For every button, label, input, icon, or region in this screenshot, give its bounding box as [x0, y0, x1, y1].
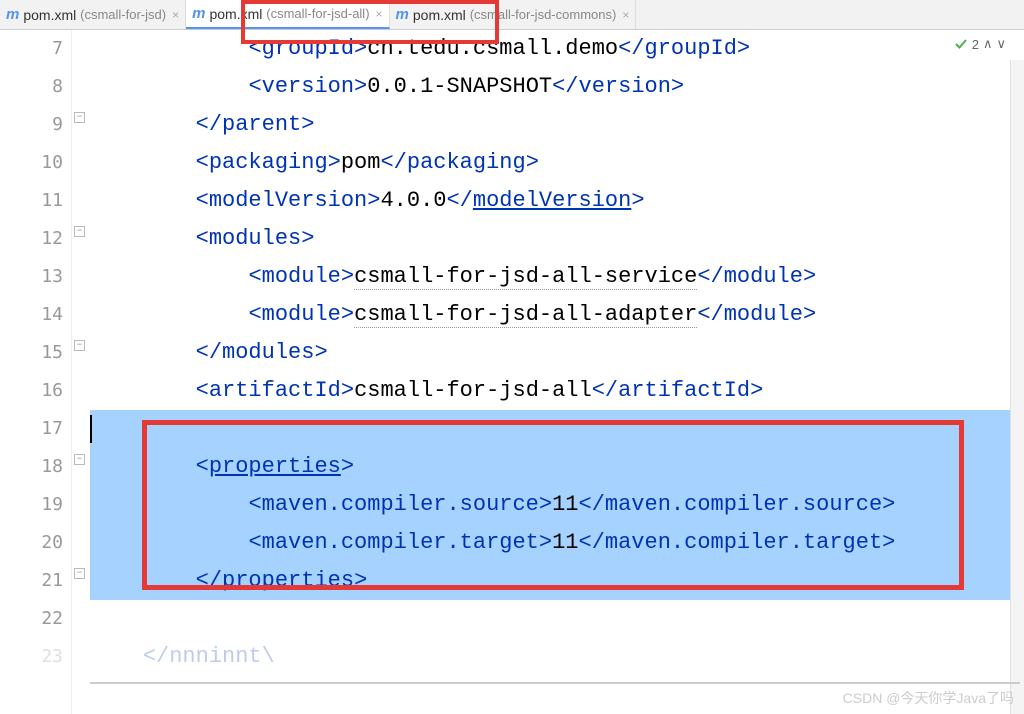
line-number: 9 [0, 106, 71, 144]
tab-qualifier: (csmall-for-jsd) [80, 7, 166, 22]
code-line[interactable]: </parent> [90, 106, 1024, 144]
text-caret [90, 415, 92, 443]
line-number: 11 [0, 182, 71, 220]
line-number: 21 [0, 562, 71, 600]
code-line[interactable]: <version>0.0.1-SNAPSHOT</version> [90, 68, 1024, 106]
line-number: 13 [0, 258, 71, 296]
line-number: 7 [0, 30, 71, 68]
fold-collapse-icon[interactable]: − [74, 340, 85, 351]
close-icon[interactable]: × [622, 8, 629, 22]
fold-collapse-icon[interactable]: − [74, 112, 85, 123]
code-line[interactable]: </nnninnt\ [90, 638, 1024, 676]
line-number-gutter: 7 8 9 10 11 12 13 14 15 16 17 18 19 20 2… [0, 30, 72, 714]
line-number: 16 [0, 372, 71, 410]
line-number: 18 [0, 448, 71, 486]
line-number: 22 [0, 600, 71, 638]
maven-icon: m [6, 6, 19, 23]
code-line[interactable] [90, 600, 1024, 638]
editor-tabs: m pom.xml (csmall-for-jsd) × m pom.xml (… [0, 0, 1024, 30]
line-number: 14 [0, 296, 71, 334]
maven-icon: m [192, 5, 205, 22]
code-line[interactable]: <artifactId>csmall-for-jsd-all</artifact… [90, 372, 1024, 410]
code-line[interactable]: <modules> [90, 220, 1024, 258]
fold-gutter: − − − − − [72, 30, 90, 714]
annotation-highlight-tab [241, 0, 499, 44]
line-number: 23 [0, 638, 71, 676]
line-number: 15 [0, 334, 71, 372]
watermark-text: CSDN @今天你学Java了吗 [843, 688, 1014, 708]
code-line[interactable]: <groupId>cn.tedu.csmall.demo</groupId> [90, 30, 1024, 68]
close-icon[interactable]: × [172, 8, 179, 22]
code-editor[interactable]: <groupId>cn.tedu.csmall.demo</groupId> <… [90, 30, 1024, 714]
line-number: 19 [0, 486, 71, 524]
editor-bottom-border [90, 682, 1020, 684]
tab-pom-csmall-for-jsd[interactable]: m pom.xml (csmall-for-jsd) × [0, 0, 186, 29]
code-line[interactable]: <modelVersion>4.0.0</modelVersion> [90, 182, 1024, 220]
line-number: 10 [0, 144, 71, 182]
line-number: 20 [0, 524, 71, 562]
code-line[interactable]: <module>csmall-for-jsd-all-service</modu… [90, 258, 1024, 296]
tab-filename: pom.xml [23, 7, 76, 23]
line-number: 12 [0, 220, 71, 258]
error-stripe[interactable] [1010, 60, 1024, 714]
code-line[interactable]: <packaging>pom</packaging> [90, 144, 1024, 182]
code-line[interactable]: </modules> [90, 334, 1024, 372]
line-number: 8 [0, 68, 71, 106]
annotation-highlight-code [142, 420, 964, 590]
fold-collapse-icon[interactable]: − [74, 568, 85, 579]
line-number: 17 [0, 410, 71, 448]
code-line[interactable]: <module>csmall-for-jsd-all-adapter</modu… [90, 296, 1024, 334]
modelversion-link[interactable]: modelVersion [473, 188, 631, 213]
fold-expand-icon[interactable]: − [74, 226, 85, 237]
fold-expand-icon[interactable]: − [74, 454, 85, 465]
